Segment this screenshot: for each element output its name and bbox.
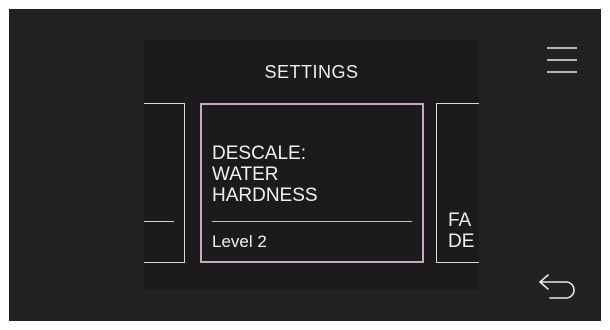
card-divider [144,221,174,222]
setting-card-water-hardness[interactable]: DESCALE: WATER HARDNESS Level 2 [200,103,424,263]
back-button[interactable] [536,271,582,301]
settings-panel: SETTINGS DESCALE: WATER HARDNESS Level 2… [144,40,479,290]
page-title: SETTINGS [264,62,359,82]
setting-label: DESCALE: WATER HARDNESS [212,143,318,206]
setting-value: Level 2 [212,232,267,251]
menu-button[interactable] [545,43,579,77]
hamburger-menu-icon [547,47,577,73]
device-screen: SETTINGS DESCALE: WATER HARDNESS Level 2… [9,9,601,321]
setting-card-next[interactable]: FA DE [436,103,479,263]
card-divider [212,221,412,222]
back-arrow-icon [539,274,575,299]
setting-card-previous[interactable] [144,103,185,263]
setting-label: FA DE [448,210,475,252]
